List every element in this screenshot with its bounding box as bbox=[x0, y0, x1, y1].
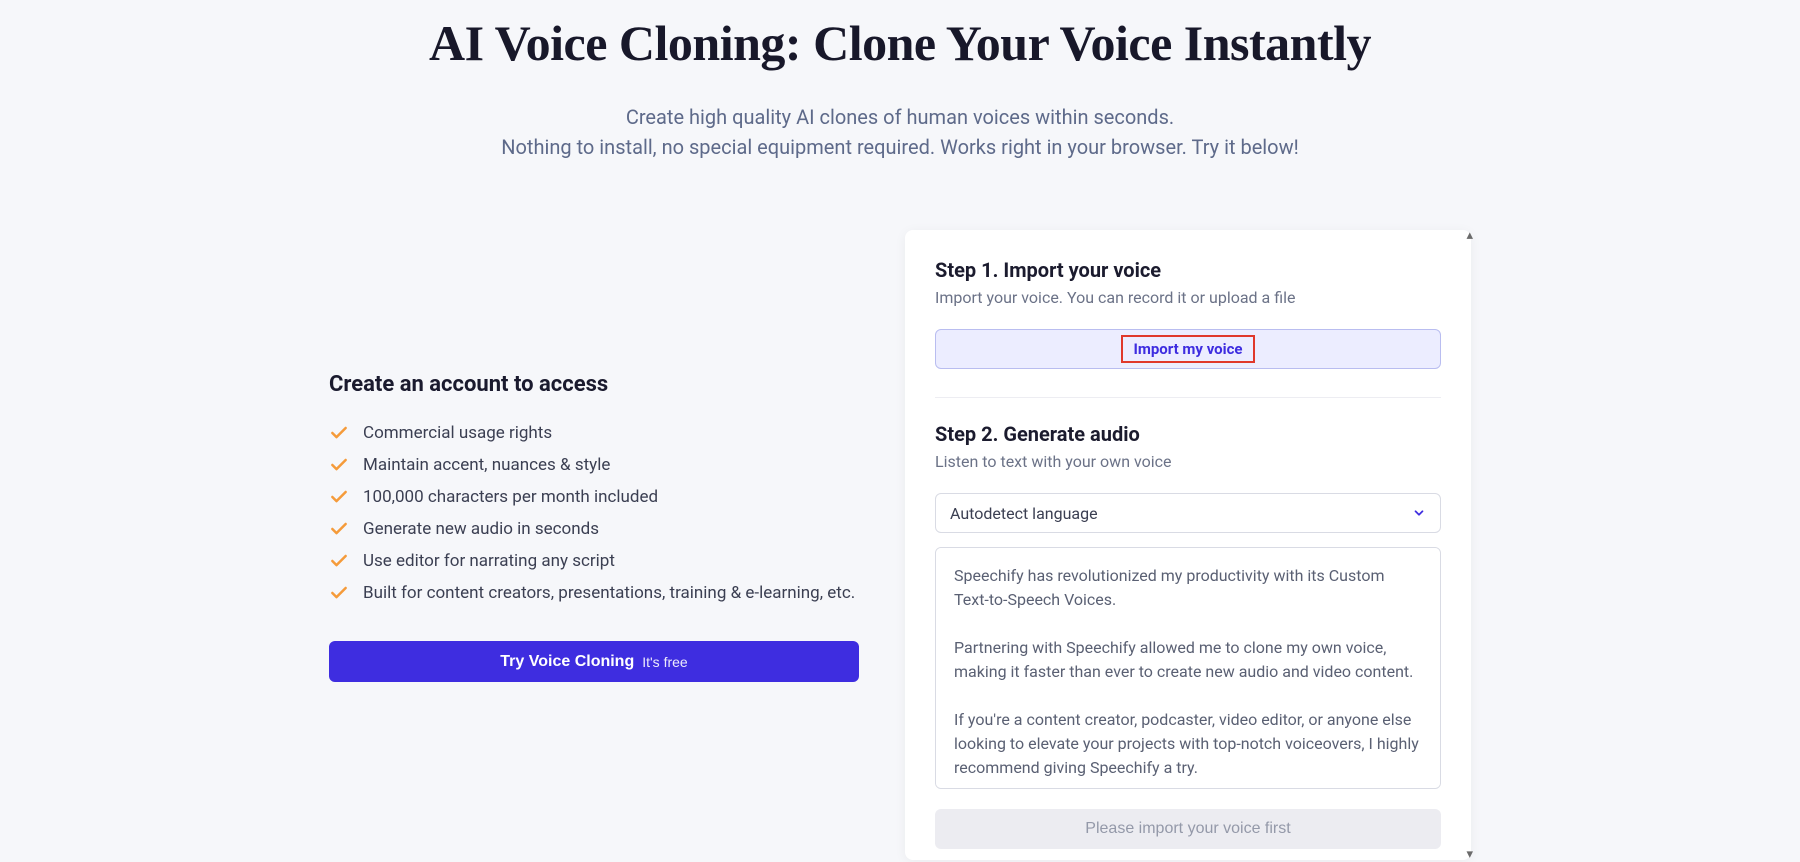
step2-title: Step 2. Generate audio bbox=[935, 422, 1441, 446]
language-select[interactable]: Autodetect language bbox=[935, 493, 1441, 533]
wizard-panel-wrap: ▴ ▾ Step 1. Import your voice Import you… bbox=[905, 230, 1471, 860]
check-icon bbox=[329, 423, 349, 443]
feature-item: Generate new audio in seconds bbox=[329, 513, 859, 545]
import-my-voice-label: Import my voice bbox=[1121, 335, 1254, 363]
page-subtitle: Create high quality AI clones of human v… bbox=[0, 102, 1800, 162]
step1-subtitle: Import your voice. You can record it or … bbox=[935, 288, 1441, 307]
feature-item: Commercial usage rights bbox=[329, 417, 859, 449]
subtitle-line-1: Create high quality AI clones of human v… bbox=[0, 102, 1800, 132]
try-voice-cloning-button[interactable]: Try Voice Cloning It's free bbox=[329, 641, 859, 682]
generate-button-disabled: Please import your voice first bbox=[935, 809, 1441, 849]
feature-list: Commercial usage rights Maintain accent,… bbox=[329, 417, 859, 609]
feature-item: Built for content creators, presentation… bbox=[329, 577, 859, 609]
features-heading: Create an account to access bbox=[329, 372, 859, 397]
step2-subtitle: Listen to text with your own voice bbox=[935, 452, 1441, 471]
check-icon bbox=[329, 455, 349, 475]
chevron-down-icon bbox=[1412, 506, 1426, 520]
scroll-down-icon[interactable]: ▾ bbox=[1466, 847, 1473, 862]
subtitle-line-2: Nothing to install, no special equipment… bbox=[0, 132, 1800, 162]
cta-main-label: Try Voice Cloning bbox=[500, 653, 634, 671]
feature-item: Use editor for narrating any script bbox=[329, 545, 859, 577]
feature-item: 100,000 characters per month included bbox=[329, 481, 859, 513]
feature-label: Built for content creators, presentation… bbox=[363, 583, 855, 603]
feature-item: Maintain accent, nuances & style bbox=[329, 449, 859, 481]
check-icon bbox=[329, 551, 349, 571]
import-my-voice-button[interactable]: Import my voice bbox=[935, 329, 1441, 369]
wizard-panel: Step 1. Import your voice Import your vo… bbox=[905, 230, 1471, 860]
check-icon bbox=[329, 487, 349, 507]
page-title: AI Voice Cloning: Clone Your Voice Insta… bbox=[0, 14, 1800, 72]
feature-label: 100,000 characters per month included bbox=[363, 487, 658, 507]
cta-sub-label: It's free bbox=[642, 654, 687, 670]
feature-label: Commercial usage rights bbox=[363, 423, 552, 443]
check-icon bbox=[329, 519, 349, 539]
script-textarea[interactable] bbox=[935, 547, 1441, 789]
features-column: Create an account to access Commercial u… bbox=[329, 230, 859, 860]
scroll-up-icon[interactable]: ▴ bbox=[1466, 228, 1473, 243]
section-divider bbox=[935, 397, 1441, 398]
language-selected-label: Autodetect language bbox=[950, 504, 1098, 523]
check-icon bbox=[329, 583, 349, 603]
feature-label: Use editor for narrating any script bbox=[363, 551, 615, 571]
step1-title: Step 1. Import your voice bbox=[935, 258, 1441, 282]
feature-label: Maintain accent, nuances & style bbox=[363, 455, 610, 475]
feature-label: Generate new audio in seconds bbox=[363, 519, 599, 539]
